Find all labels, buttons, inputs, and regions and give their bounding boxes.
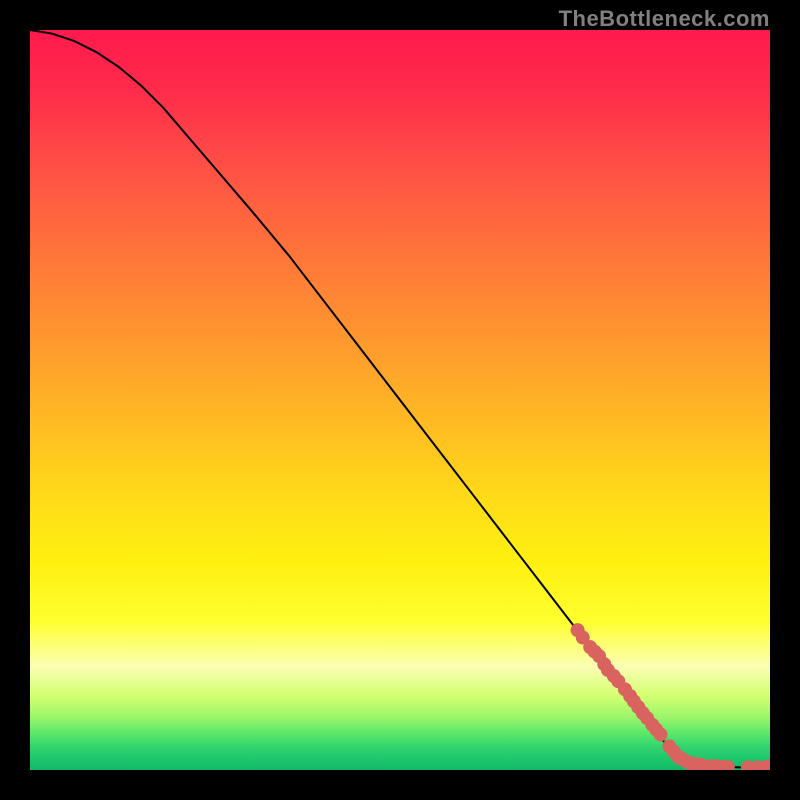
plot-area: [30, 30, 770, 770]
chart-frame: TheBottleneck.com: [0, 0, 800, 800]
data-point: [653, 727, 667, 741]
curve-path: [30, 30, 770, 767]
watermark-text: TheBottleneck.com: [559, 6, 770, 32]
chart-svg: [30, 30, 770, 770]
